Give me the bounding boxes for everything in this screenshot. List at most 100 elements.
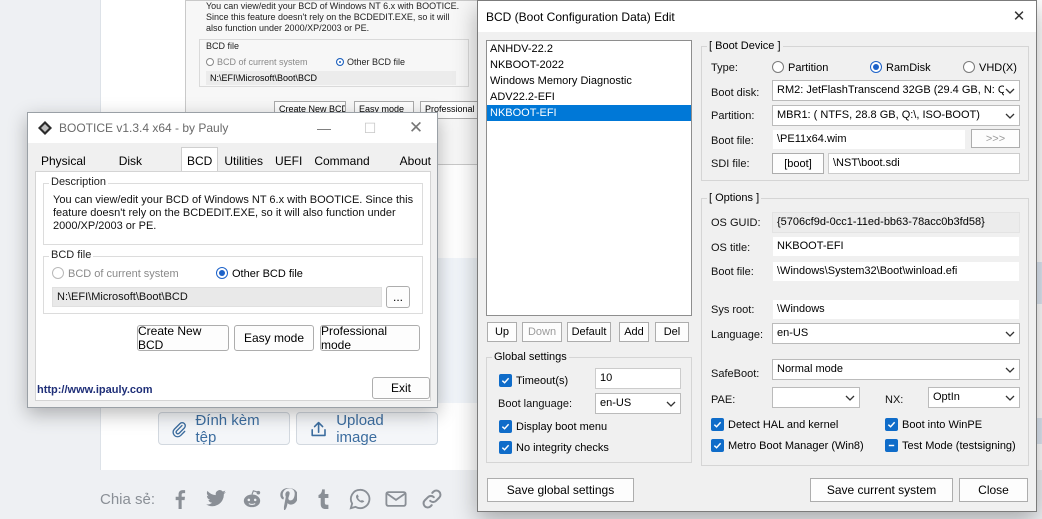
facebook-icon[interactable] — [169, 488, 191, 510]
timeout-checkbox[interactable]: Timeout(s) — [499, 374, 568, 387]
bootice-titlebar[interactable]: BOOTICE v1.3.4 x64 - by Pauly — ☐ ✕ — [28, 113, 437, 143]
ghost-description: You can view/edit your BCD of Windows NT… — [206, 1, 460, 33]
tab-bcd[interactable]: BCD — [180, 147, 219, 171]
sdi-file-label: SDI file: — [711, 158, 750, 170]
tab-disk-image[interactable]: Disk image — [113, 149, 181, 190]
radio-current-indicator — [52, 267, 64, 279]
minimize-icon[interactable]: — — [304, 113, 344, 143]
list-item[interactable]: ANHDV-22.2 — [487, 41, 691, 57]
close-icon[interactable]: ✕ — [1006, 5, 1032, 27]
display-boot-menu-label: Display boot menu — [516, 420, 608, 433]
checkbox-checked-icon — [711, 439, 724, 452]
ghost-bcd-path: N:\EFI\Microsoft\Boot\BCD — [206, 71, 456, 85]
browse-button[interactable]: ... — [386, 286, 410, 308]
type-vhd-radio[interactable]: VHD(X) — [963, 61, 1017, 74]
save-global-settings-button[interactable]: Save global settings — [487, 478, 634, 502]
whatsapp-icon[interactable] — [349, 488, 371, 510]
list-item-selected[interactable]: NKBOOT-EFI — [487, 105, 691, 121]
boot-disk-label: Boot disk: — [711, 87, 760, 99]
safeboot-select[interactable]: Normal mode — [772, 359, 1020, 380]
type-ramdisk-radio[interactable]: RamDisk — [870, 61, 931, 74]
attach-file-button[interactable]: Đính kèm tệp — [158, 411, 290, 446]
ipauly-link[interactable]: http://www.ipauly.com — [37, 384, 153, 396]
list-item[interactable]: ADV22.2-EFI — [487, 89, 691, 105]
chevron-down-icon — [1005, 331, 1015, 337]
upload-image-button[interactable]: Upload image — [296, 411, 438, 446]
detect-hal-checkbox[interactable]: Detect HAL and kernel — [711, 418, 838, 431]
checkbox-checked-icon — [711, 418, 724, 431]
boot-entries-list[interactable]: ANHDV-22.2 NKBOOT-2022 Windows Memory Di… — [486, 40, 692, 316]
email-icon[interactable] — [385, 488, 407, 510]
down-button[interactable]: Down — [522, 322, 562, 342]
tumblr-icon[interactable] — [313, 488, 335, 510]
bcd-path-field[interactable]: N:\EFI\Microsoft\Boot\BCD — [52, 287, 382, 307]
radio-other-label: Other BCD file — [232, 268, 303, 280]
boot-disk-select[interactable]: RM2: JetFlashTranscend 32GB (29.4 GB, N:… — [772, 80, 1020, 101]
os-guid-field[interactable]: {5706cf9d-0cc1-11ed-bb63-78acc0b3fd58} — [772, 212, 1020, 233]
list-item[interactable]: Windows Memory Diagnostic — [487, 73, 691, 89]
test-mode-label: Test Mode (testsigning) — [902, 439, 1016, 452]
chevron-down-icon — [1005, 367, 1015, 373]
easy-mode-button[interactable]: Easy mode — [234, 325, 314, 351]
language-select[interactable]: en-US — [772, 323, 1020, 344]
chevron-down-icon — [1005, 113, 1015, 119]
up-button[interactable]: Up — [487, 322, 517, 342]
display-boot-menu-checkbox[interactable]: Display boot menu — [499, 420, 607, 433]
chevron-down-icon — [1005, 395, 1015, 401]
twitter-icon[interactable] — [205, 488, 227, 510]
share-label: Chia sẻ: — [100, 490, 156, 508]
nx-value: OptIn — [933, 391, 960, 403]
close-button[interactable]: Close — [959, 478, 1028, 502]
link-icon[interactable] — [421, 488, 443, 510]
bcd-file-label: BCD file — [49, 249, 94, 261]
no-integrity-checkbox[interactable]: No integrity checks — [499, 441, 609, 454]
tab-about[interactable]: About — [394, 149, 437, 171]
timeout-input[interactable]: 10 — [595, 368, 681, 389]
upload-image-label: Upload image — [336, 411, 384, 446]
partition-value: MBR1: ( NTFS, 28.8 GB, Q:\, ISO-BOOT) — [777, 109, 980, 121]
sdi-file-input[interactable]: \NST\boot.sdi — [828, 153, 1020, 174]
os-boot-file-label: Boot file: — [711, 266, 754, 278]
create-new-bcd-button[interactable]: Create New BCD — [137, 324, 229, 352]
bcd-titlebar[interactable]: BCD (Boot Configuration Data) Edit ✕ — [478, 1, 1036, 32]
metro-boot-manager-checkbox[interactable]: Metro Boot Manager (Win8) — [711, 439, 864, 452]
radio-other-bcd[interactable]: Other BCD file — [216, 267, 303, 280]
boot-language-select[interactable]: en-US — [595, 393, 681, 414]
checkbox-indeterminate-icon — [885, 439, 898, 452]
default-button[interactable]: Default — [567, 322, 611, 342]
os-boot-file-input[interactable]: \Windows\System32\Boot\winload.efi — [772, 261, 1020, 282]
no-integrity-label: No integrity checks — [516, 441, 609, 454]
tab-physical-disk[interactable]: Physical disk — [35, 149, 113, 190]
pinterest-icon[interactable] — [277, 488, 299, 510]
boot-file-input[interactable]: \PE11x64.wim — [772, 129, 966, 150]
type-partition-radio[interactable]: Partition — [772, 61, 828, 74]
test-mode-checkbox[interactable]: Test Mode (testsigning) — [885, 439, 1016, 452]
professional-mode-button[interactable]: Professional mode — [320, 324, 420, 352]
checkbox-checked-icon — [499, 441, 512, 454]
tab-command-line[interactable]: Command line — [308, 149, 393, 190]
save-current-system-button[interactable]: Save current system — [810, 478, 953, 502]
safeboot-value: Normal mode — [777, 363, 844, 375]
add-button[interactable]: Add — [619, 322, 649, 342]
radio-current-system[interactable]: BCD of current system — [52, 267, 179, 280]
boot-file-browse-button[interactable]: >>> — [971, 129, 1020, 148]
ghost-radio-other: Other BCD file — [336, 57, 405, 67]
safeboot-label: SafeBoot: — [711, 368, 760, 380]
exit-button[interactable]: Exit — [372, 377, 430, 399]
sys-root-input[interactable]: \Windows — [772, 299, 1020, 320]
del-button[interactable]: Del — [655, 322, 689, 342]
boot-winpe-checkbox[interactable]: Boot into WinPE — [885, 418, 982, 431]
os-title-input[interactable]: NKBOOT-EFI — [772, 236, 1020, 257]
sdi-boot-button[interactable]: [boot] — [772, 153, 824, 174]
maximize-icon[interactable]: ☐ — [350, 113, 390, 143]
list-item[interactable]: NKBOOT-2022 — [487, 57, 691, 73]
tab-uefi[interactable]: UEFI — [269, 149, 308, 171]
close-icon[interactable]: ✕ — [396, 113, 436, 143]
reddit-icon[interactable] — [241, 488, 263, 510]
nx-select[interactable]: OptIn — [928, 387, 1020, 408]
pae-select[interactable] — [772, 387, 860, 408]
partition-select[interactable]: MBR1: ( NTFS, 28.8 GB, Q:\, ISO-BOOT) — [772, 105, 1020, 126]
attach-file-label: Đính kèm tệp — [195, 411, 260, 446]
tab-utilities[interactable]: Utilities — [218, 149, 269, 171]
partition-label: Partition: — [711, 110, 755, 122]
